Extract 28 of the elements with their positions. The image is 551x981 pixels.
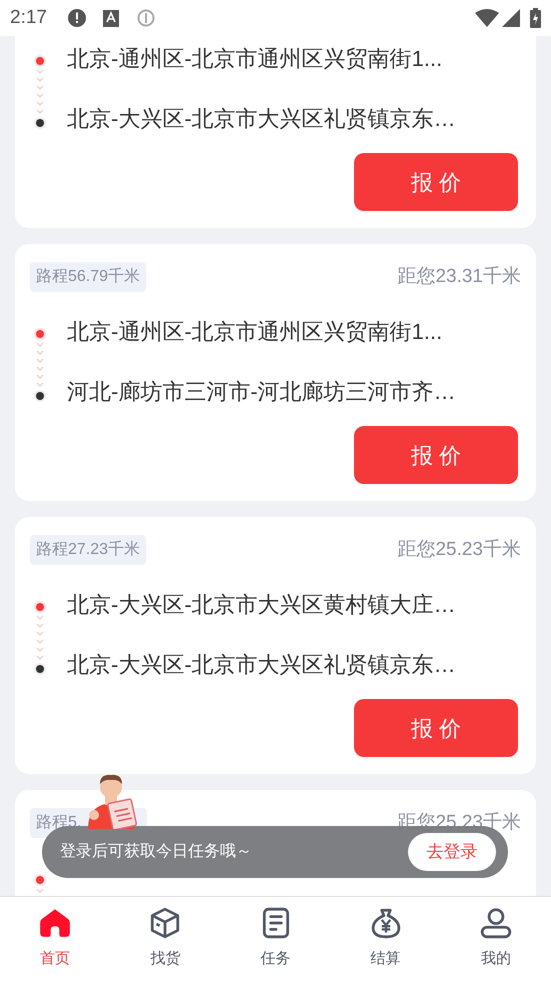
wifi-icon	[475, 9, 499, 27]
quote-button[interactable]: 报 价	[354, 699, 518, 757]
quote-button[interactable]: 报 价	[354, 153, 518, 211]
delivery-address: 北京-大兴区-北京市大兴区礼贤镇京东…	[67, 652, 456, 678]
distance-badge: 路程27.23千米	[30, 535, 146, 565]
login-button[interactable]: 去登录	[408, 833, 496, 871]
pickup-address: 北京-大兴区-北京市大兴区黄村镇大庄…	[67, 592, 456, 618]
distance-to-you: 距您25.23千米	[397, 538, 521, 562]
tab-bar-item[interactable]: 我的	[440, 897, 551, 981]
toast-message: 登录后可获取今日任务哦～	[60, 842, 253, 862]
status-time: 2:17	[10, 6, 47, 30]
alert-icon	[66, 8, 87, 28]
distance-badge: 路程56.79千米	[30, 262, 146, 292]
quote-button[interactable]: 报 价	[354, 426, 518, 484]
tab-bar-item[interactable]: 首页	[0, 897, 110, 981]
distance-to-you: 距您23.31千米	[397, 264, 521, 289]
info-icon	[136, 9, 155, 27]
tab-bar-item[interactable]: 找货	[110, 897, 220, 981]
delivery-address: 河北-廊坊市三河市-河北廊坊三河市齐…	[67, 379, 456, 405]
keyboard-icon	[102, 10, 119, 26]
user-icon	[478, 906, 513, 940]
tab-bar-item[interactable]: 任务	[220, 897, 331, 981]
pickup-address: 北京-通州区-北京市通州区兴贸南街1...	[67, 319, 444, 345]
delivery-address: 北京-大兴区-北京市大兴区礼贤镇京东…	[67, 106, 456, 132]
tab-bar-item[interactable]: 结算	[330, 897, 441, 981]
signal-icon	[502, 9, 520, 27]
pickup-address: 北京-通州区-北京市通州区兴贸南街1...	[67, 46, 444, 72]
battery-icon	[530, 8, 541, 28]
